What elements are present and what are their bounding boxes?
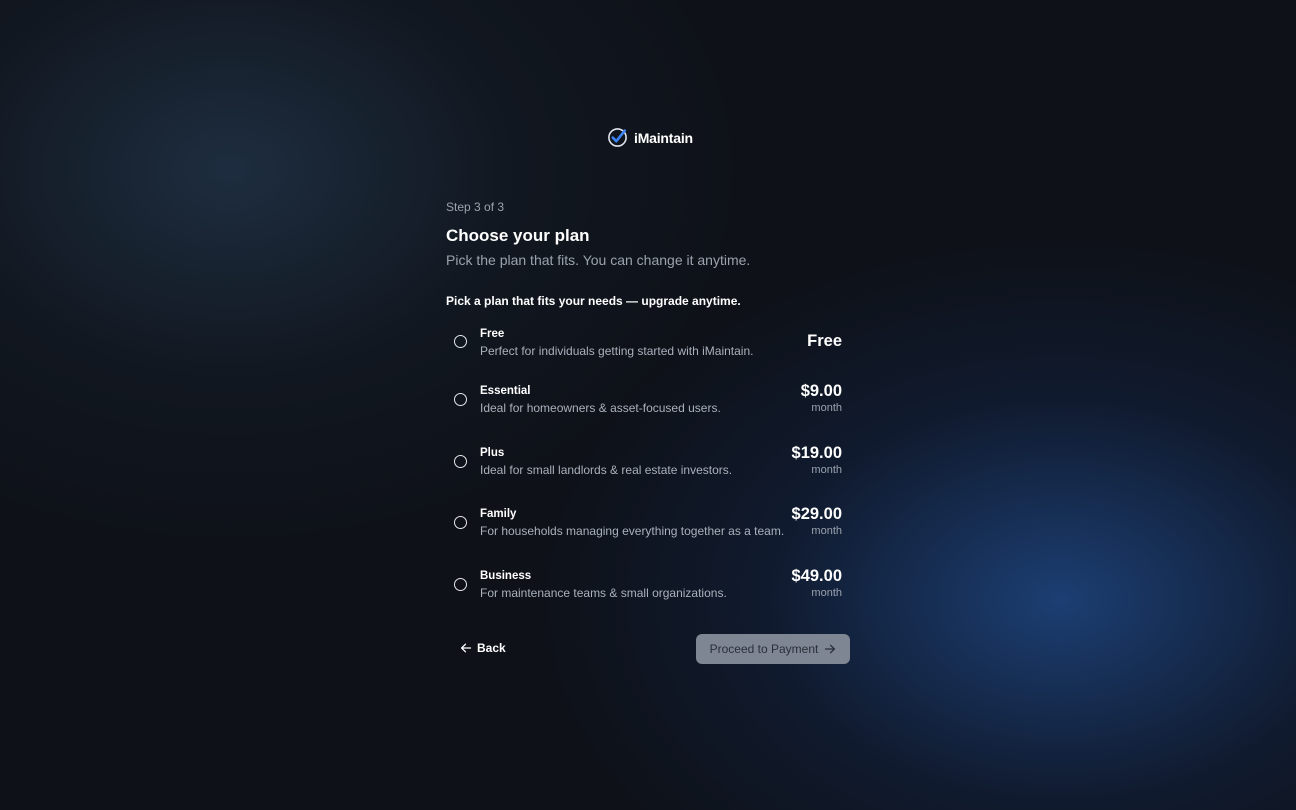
step-indicator: Step 3 of 3 [446, 200, 505, 214]
plan-price-block: $29.00 month [792, 505, 842, 538]
plan-name: Essential [480, 385, 531, 397]
plan-list: Free Perfect for individuals getting sta… [446, 327, 850, 630]
plan-period: month [811, 402, 842, 414]
plan-description: For maintenance teams & small organizati… [480, 585, 727, 600]
page-title: Choose your plan [446, 226, 590, 245]
plan-price-block: Free [807, 332, 842, 351]
plan-option-business[interactable]: Business For maintenance teams & small o… [446, 567, 850, 631]
form-actions: Back Proceed to Payment [446, 634, 850, 664]
plan-option-family[interactable]: Family For households managing everythin… [446, 505, 850, 569]
plan-option-free[interactable]: Free Perfect for individuals getting sta… [446, 327, 850, 384]
check-circle-icon [608, 128, 627, 147]
plan-description: Ideal for small landlords & real estate … [480, 462, 733, 477]
plan-radio-business[interactable] [454, 577, 467, 591]
plan-price: Free [807, 332, 842, 350]
plan-period: month [811, 525, 842, 537]
plan-price-block: $19.00 month [792, 444, 842, 477]
plan-info: Plus Ideal for small landlords & real es… [480, 446, 732, 477]
plan-period: month [811, 463, 842, 476]
plan-price-block: $49.00 month [792, 567, 842, 600]
plan-price: $29.00 [791, 505, 842, 523]
brand-name: iMaintain [634, 129, 693, 146]
plan-name: Free [480, 328, 505, 340]
page-subtitle: Pick the plan that fits. You can change … [446, 252, 751, 268]
plan-description: Perfect for individuals getting started … [480, 344, 754, 358]
plan-info: Business For maintenance teams & small o… [480, 569, 727, 600]
plan-info: Free Perfect for individuals getting sta… [480, 327, 753, 358]
plan-description: For households managing everything toget… [480, 524, 785, 538]
plan-price-block: $9.00 month [801, 382, 842, 415]
plan-info: Essential Ideal for homeowners & asset-f… [480, 384, 721, 415]
plan-name: Family [480, 508, 517, 520]
back-label: Back [477, 641, 506, 655]
plan-radio-family[interactable] [454, 516, 467, 529]
brand-logo: iMaintain [607, 127, 693, 148]
back-button[interactable]: Back [460, 641, 506, 655]
plan-option-plus[interactable]: Plus Ideal for small landlords & real es… [446, 444, 850, 508]
plan-description: Ideal for homeowners & asset-focused use… [480, 401, 721, 415]
plan-selection-panel: Step 3 of 3 Choose your plan Pick the pl… [446, 200, 850, 630]
plan-radio-plus[interactable] [454, 454, 467, 468]
plan-info: Family For households managing everythin… [480, 507, 784, 538]
proceed-to-payment-button[interactable]: Proceed to Payment [696, 634, 850, 664]
plan-option-essential[interactable]: Essential Ideal for homeowners & asset-f… [446, 382, 850, 446]
arrow-right-icon [825, 644, 836, 654]
plan-radio-essential[interactable] [454, 393, 467, 406]
plan-price: $9.00 [800, 382, 842, 400]
arrow-left-icon [460, 643, 472, 653]
plan-period: month [811, 586, 842, 599]
plans-hint: Pick a plan that fits your needs — upgra… [446, 294, 741, 308]
plan-price: $19.00 [791, 443, 842, 462]
plan-radio-free[interactable] [454, 335, 467, 348]
plan-name: Plus [480, 446, 505, 459]
plan-name: Business [480, 569, 532, 582]
plan-price: $49.00 [791, 566, 842, 585]
proceed-label: Proceed to Payment [709, 642, 819, 656]
